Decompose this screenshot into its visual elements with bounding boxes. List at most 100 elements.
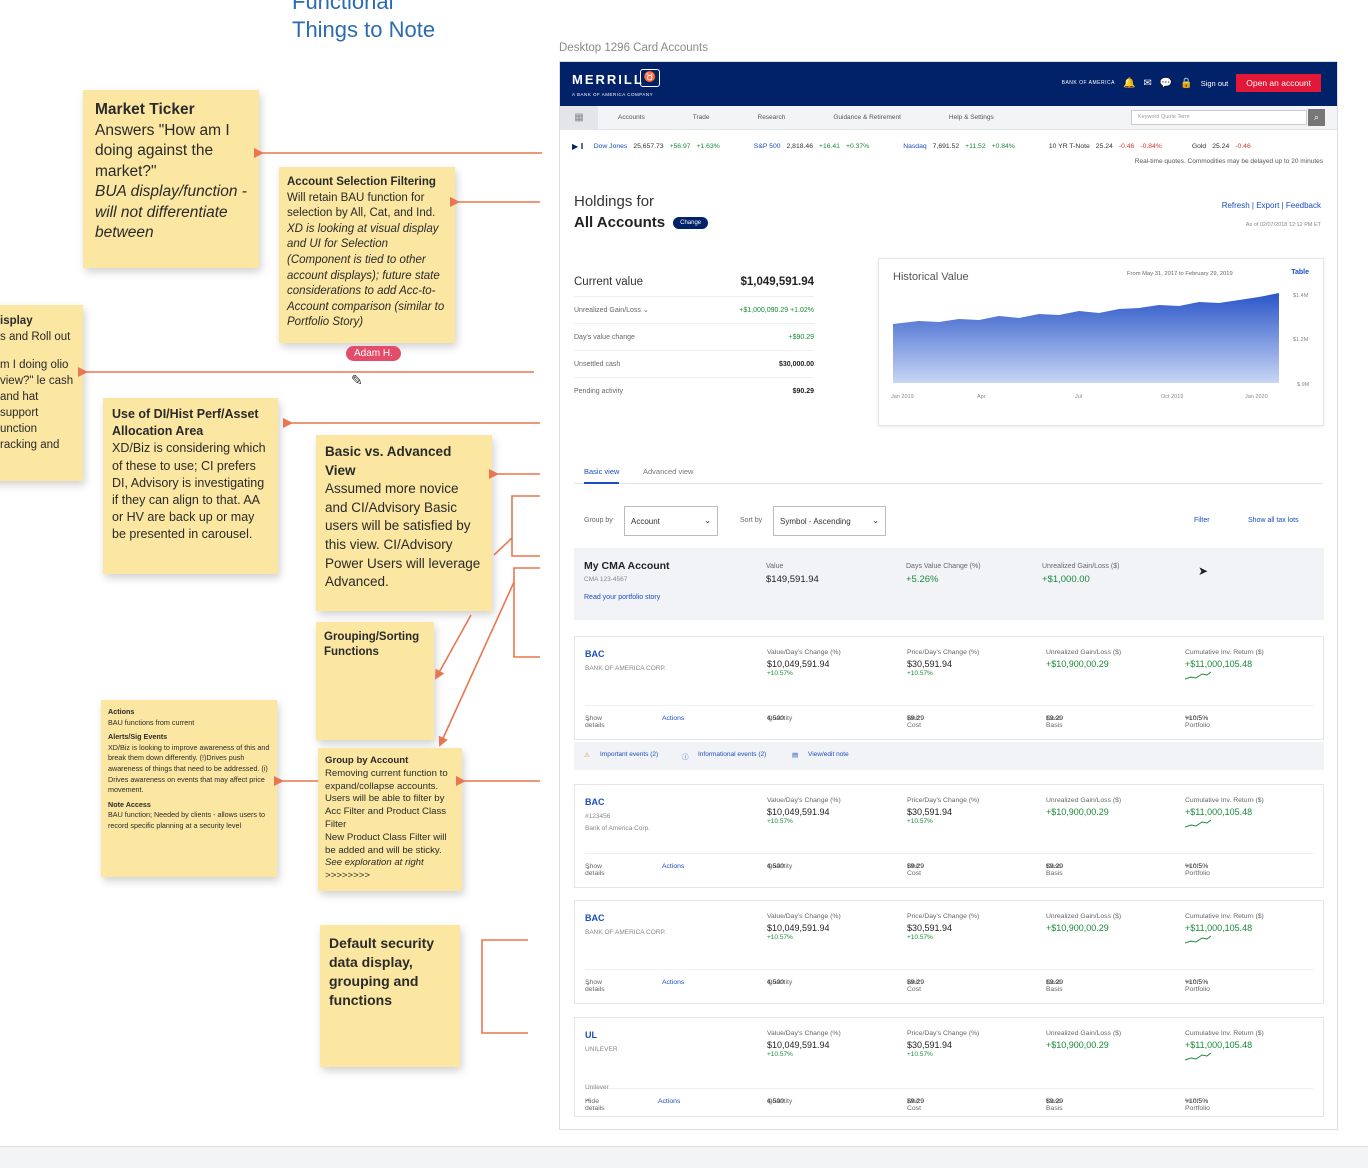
note-title: Market Ticker [95, 101, 195, 118]
play-icon[interactable]: ▶ ‖ [572, 142, 584, 151]
sign-out-link[interactable]: Sign out [1201, 79, 1229, 88]
col-label: Value/Day's Change (%) [767, 1030, 841, 1037]
tab-basic-view[interactable]: Basic view [584, 467, 620, 484]
group-by-label: Group by [584, 517, 613, 524]
chat-icon[interactable]: 💬 [1160, 78, 1172, 89]
sparkline-icon [1184, 671, 1212, 680]
arrow-basic-connector [493, 537, 513, 556]
x-label-1: Jan 2019 [891, 394, 914, 400]
portfolio-pct-field: % of Portfolio +10.5% [1185, 979, 1210, 993]
sticky-note-di-hist-perf[interactable]: Use of DI/Hist Perf/Asset Allocation Are… [103, 398, 278, 574]
actions-link[interactable]: Actions [662, 863, 684, 870]
open-account-button[interactable]: Open an account [1236, 74, 1321, 92]
unit-cost-label: Unit Cost [907, 863, 921, 877]
group-by-select[interactable]: Account ⌄ [624, 506, 718, 536]
account-name[interactable]: My CMA Account [584, 560, 670, 572]
col-value: $10,049,591.94 [767, 1040, 830, 1050]
ticker-nasdaq-chg: +11.52 [965, 143, 986, 150]
unit-cost-label: Unit Cost [907, 715, 921, 729]
ticker-nasdaq-name[interactable]: Nasdaq [903, 143, 926, 150]
sparkline-icon [1184, 1052, 1212, 1061]
sticky-note-grouping-sorting[interactable]: Grouping/Sorting Functions [316, 622, 434, 740]
mouse-cursor-icon: ➤ [1198, 564, 1209, 578]
lock-icon: 🔒 [1180, 77, 1193, 89]
holding-symbol[interactable]: BAC [585, 649, 605, 659]
ticker-tnote-name[interactable]: 10 YR T-Note [1049, 143, 1090, 150]
sticky-note-account-selection[interactable]: Account Selection Filtering Will retain … [279, 167, 455, 343]
holding-ugl-col: Unrealized Gain/Loss ($) +$10,900,00.29 [1046, 797, 1121, 817]
sticky-note-group-by-account[interactable]: Group by Account Removing current functi… [318, 748, 462, 891]
bracket-basic [511, 495, 540, 557]
holding-symbol[interactable]: BAC [585, 797, 605, 807]
col-label: Price/Day's Change (%) [907, 797, 980, 804]
refresh-export-feedback-links[interactable]: Refresh | Export | Feedback [1222, 201, 1321, 210]
sort-by-label: Sort by [740, 517, 763, 524]
actions-link[interactable]: Actions [662, 715, 684, 722]
sticky-note-market-ticker[interactable]: Market Ticker Answers "How am I doing ag… [83, 90, 259, 268]
important-events-link[interactable]: Important events (2) [600, 751, 658, 758]
sticky-note-actions[interactable]: Actions BAU functions from current Alert… [101, 700, 277, 877]
apps-grid-icon[interactable]: ▦ [560, 105, 598, 130]
actions-link[interactable]: Actions [658, 1098, 680, 1105]
ticker-dow-pct: +1.63% [696, 143, 720, 150]
ticker-sp-name[interactable]: S&P 500 [754, 143, 781, 150]
pen-cursor-icon: ✎ [351, 372, 363, 388]
show-tax-lots-link[interactable]: Show all tax lots [1248, 517, 1299, 524]
board-title-line1: Functional [292, 0, 394, 14]
sort-by-value: Symbol - Ascending [780, 517, 851, 526]
col-value: +$10,900,00.29 [1046, 923, 1109, 933]
change-account-button[interactable]: Change [673, 216, 709, 229]
portfolio-pct-label: % of Portfolio [1185, 863, 1210, 877]
ticker-dow-val: 25,657.73 [633, 143, 664, 150]
ticker-tnote-chg: -0.46 [1118, 143, 1135, 150]
ticker-dow-name[interactable]: Dow Jones [594, 143, 628, 150]
chevron-down-icon[interactable]: ⌄ [643, 307, 649, 314]
summary-row-unrealized[interactable]: Unrealized Gain/Loss ⌄ +$1,000,090.29 +1… [574, 297, 814, 324]
actions-link[interactable]: Actions [662, 979, 684, 986]
col-change: +10.57% [907, 818, 933, 825]
app-header: MERRILL ♉ A BANK OF AMERICA COMPANY BANK… [560, 62, 1337, 106]
cost-basis-field: Cost Basis $9.29 [1046, 979, 1063, 993]
bell-icon[interactable]: 🔔 [1123, 78, 1135, 89]
sparkline-icon [1184, 935, 1212, 944]
nav-accounts[interactable]: Accounts [598, 114, 673, 121]
summary-value: $30,000.00 [778, 360, 814, 368]
ticker-disclaimer: Real-time quotes. Commodities may be del… [1134, 158, 1323, 165]
merrill-logo[interactable]: MERRILL [572, 72, 644, 87]
view-edit-note-link[interactable]: View/edit note [808, 751, 849, 758]
note-body: Answers "How am I doing against the mark… [95, 121, 230, 180]
holding-name-line1: BANK OF AMERICA CORP. [585, 929, 666, 936]
informational-events-link[interactable]: Informational events (2) [698, 751, 766, 758]
portfolio-story-link[interactable]: Read your portfolio story [584, 594, 660, 601]
filter-link[interactable]: Filter [1194, 517, 1210, 524]
holding-name-line1: BANK OF AMERICA CORP. [585, 665, 666, 672]
sticky-note-display-partial[interactable]: isplay s and Roll out m I doing olio vie… [0, 305, 83, 481]
group-by-value: Account [631, 517, 660, 526]
note-title: Basic vs. Advanced View [325, 444, 452, 478]
ticker-nasdaq-val: 7,691.52 [932, 143, 960, 150]
holding-ugl-col: Unrealized Gain/Loss ($) +$10,900,00.29 [1046, 913, 1121, 933]
mail-icon[interactable]: ✉ [1143, 78, 1151, 89]
nav-help[interactable]: Help & Settings [929, 114, 1022, 121]
holding-value-col: Value/Day's Change (%) $10,049,591.94 +10.… [767, 797, 841, 825]
search-input[interactable]: Keyword Quote Term [1131, 110, 1307, 125]
chevron-down-icon: ⌄ [585, 716, 591, 723]
sticky-note-basic-advanced[interactable]: Basic vs. Advanced View Assumed more nov… [316, 435, 492, 611]
col-label: Price/Day's Change (%) [907, 1030, 980, 1037]
note-body-alerts: XD/Biz is looking to improve awareness o… [108, 742, 270, 795]
tab-advanced-view[interactable]: Advanced view [643, 467, 693, 476]
nav-guidance[interactable]: Guidance & Retirement [813, 114, 929, 121]
nav-trade[interactable]: Trade [673, 114, 738, 121]
search-icon[interactable]: ⌕ [1308, 109, 1325, 126]
summary-label-text: Unrealized Gain/Loss [574, 307, 641, 314]
sticky-note-default-security[interactable]: Default security data display, grouping … [320, 925, 460, 1067]
nav-research[interactable]: Research [738, 114, 814, 121]
logo-subtitle: A BANK OF AMERICA COMPANY [572, 92, 654, 97]
holding-symbol[interactable]: UL [585, 1030, 597, 1040]
holding-name: UNILEVER [585, 1044, 618, 1056]
holding-symbol[interactable]: BAC [585, 913, 605, 923]
ticker-gold-name[interactable]: Gold [1192, 143, 1206, 150]
sort-by-select[interactable]: Symbol - Ascending ⌄ [773, 506, 886, 536]
group-sort-controls: Group by Account ⌄ Sort by Symbol - Asce… [584, 506, 1323, 536]
quantity-label: Quantity [767, 715, 793, 722]
